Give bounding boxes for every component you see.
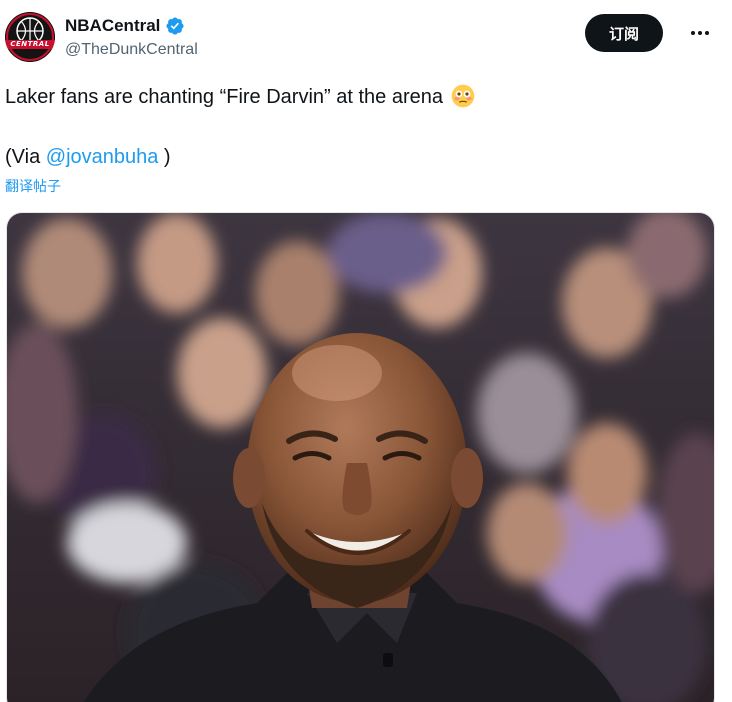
tweet-line-1: Laker fans are chanting “Fire Darvin” at… xyxy=(5,82,705,112)
photo-coach-smiling-in-crowd xyxy=(7,213,714,702)
display-name-row: NBACentral xyxy=(65,14,198,38)
tweet-body: Laker fans are chanting “Fire Darvin” at… xyxy=(5,82,705,172)
subscribe-button[interactable]: 订阅 xyxy=(585,14,663,52)
tweet-photo[interactable] xyxy=(6,212,715,702)
avatar[interactable]: CENTRAL xyxy=(5,12,55,62)
more-horizontal-icon[interactable] xyxy=(688,20,712,46)
flushed-face-icon xyxy=(451,84,474,108)
verified-badge-icon xyxy=(166,17,184,35)
account-handle[interactable]: @TheDunkCentral xyxy=(65,41,198,59)
tweet-text-main: Laker fans are chanting “Fire Darvin” at… xyxy=(5,86,443,108)
display-name[interactable]: NBACentral xyxy=(65,16,160,36)
tweet-header: CENTRAL NBACentral @TheDunkCentral 订阅 xyxy=(5,12,712,64)
tweet-line-2: (Via @jovanbuha ) xyxy=(5,142,705,172)
tweet-card: CENTRAL NBACentral @TheDunkCentral 订阅 La… xyxy=(0,0,732,702)
via-suffix: ) xyxy=(158,146,171,168)
mention-link[interactable]: @jovanbuha xyxy=(46,146,159,168)
avatar-logo-text: CENTRAL xyxy=(5,40,55,49)
via-prefix: (Via xyxy=(5,146,46,168)
basketball-logo-icon xyxy=(5,12,55,62)
account-names: NBACentral @TheDunkCentral xyxy=(65,14,198,59)
tweet-line-spacer xyxy=(5,112,705,142)
translate-post-link[interactable]: 翻译帖子 xyxy=(5,176,61,196)
